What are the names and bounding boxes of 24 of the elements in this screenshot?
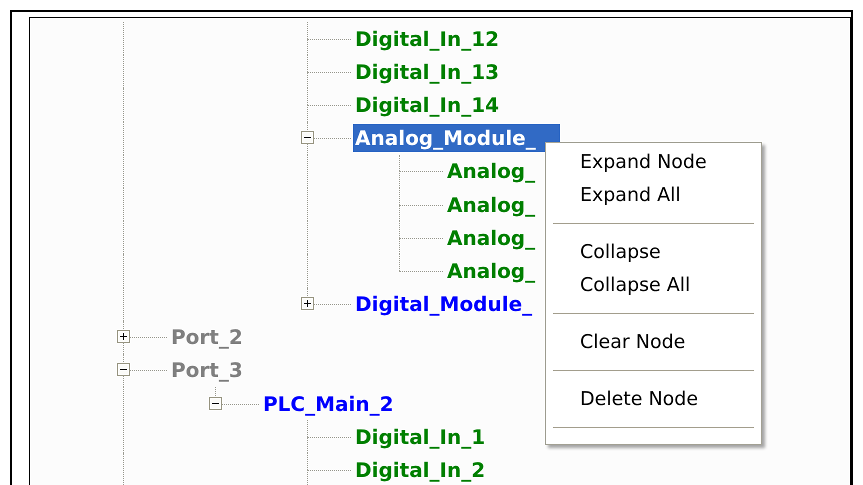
collapse-icon[interactable] <box>117 363 130 376</box>
tree-item[interactable]: Analog_ <box>445 224 538 252</box>
collapse-icon[interactable] <box>301 131 314 144</box>
menu-item[interactable]: Expand All <box>546 179 761 212</box>
tree-item[interactable]: Port_3 <box>169 356 245 384</box>
menu-item[interactable]: Collapse All <box>546 269 761 302</box>
collapse-icon[interactable] <box>209 396 222 410</box>
expand-icon[interactable] <box>117 330 130 344</box>
tree-item[interactable]: Digital_In_12 <box>353 24 502 53</box>
expand-icon[interactable] <box>301 297 314 310</box>
menu-item[interactable]: Collapse <box>546 236 761 269</box>
tree-item[interactable]: Digital_In_1 <box>353 422 488 451</box>
tree-item[interactable]: Digital_In_13 <box>353 58 502 86</box>
tree-item[interactable]: Digital_In_2 <box>353 456 488 484</box>
menu-item[interactable]: Delete Node <box>546 383 761 416</box>
tree-item[interactable]: Analog_ <box>445 157 538 186</box>
tree-item[interactable]: Digital_Module_ <box>353 290 534 318</box>
tree-item[interactable]: Analog_Module_ <box>353 124 560 152</box>
tree-item[interactable]: Port_2 <box>169 323 245 352</box>
menu-item[interactable]: Clear Node <box>546 326 761 359</box>
tree-item[interactable]: Analog_ <box>445 190 538 219</box>
tree-item[interactable]: Digital_In_14 <box>353 90 502 119</box>
tree-item[interactable]: PLC_Main_2 <box>261 390 396 418</box>
tree-item[interactable]: Analog_ <box>445 256 538 285</box>
